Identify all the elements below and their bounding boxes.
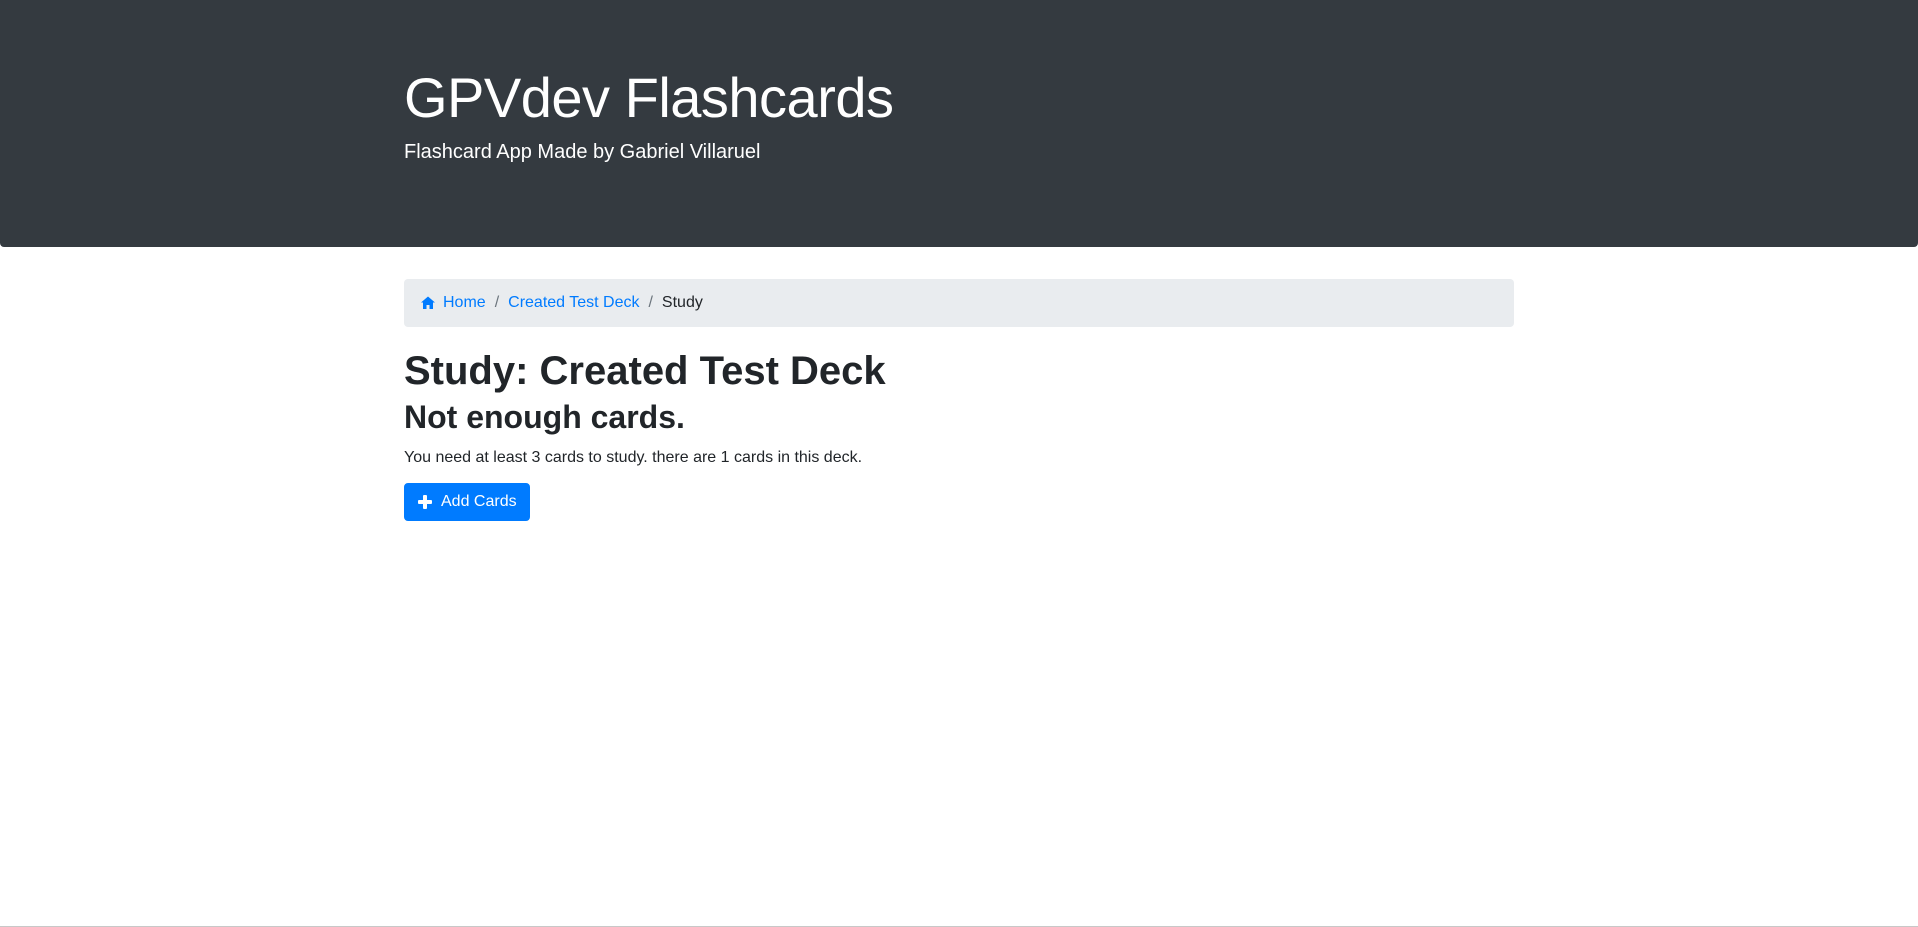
breadcrumb-home-label: Home	[443, 294, 486, 311]
breadcrumb-separator: /	[648, 294, 653, 311]
page-title: Study: Created Test Deck	[404, 349, 886, 393]
main-content: Home / Created Test Deck / Study Study: …	[404, 279, 1514, 521]
home-icon	[420, 295, 436, 311]
card-count-message: You need at least 3 cards to study. ther…	[404, 449, 863, 466]
not-enough-cards-heading: Not enough cards.	[404, 399, 685, 435]
add-cards-button[interactable]: Add Cards	[404, 483, 530, 521]
app-subtitle: Flashcard App Made by Gabriel Villaruel	[404, 141, 761, 163]
plus-icon	[417, 494, 433, 510]
add-cards-label: Add Cards	[441, 493, 517, 510]
header-banner: GPVdev Flashcards Flashcard App Made by …	[0, 0, 1918, 247]
breadcrumb-deck-link[interactable]: Created Test Deck	[508, 294, 639, 312]
app-title: GPVdev Flashcards	[404, 66, 894, 129]
breadcrumb-separator: /	[494, 294, 500, 311]
breadcrumb-current: Study	[661, 294, 703, 311]
breadcrumb-home-link[interactable]: Home	[420, 294, 486, 312]
header-container: GPVdev Flashcards Flashcard App Made by …	[404, 64, 1514, 166]
page: GPVdev Flashcards Flashcard App Made by …	[0, 0, 1918, 927]
breadcrumb: Home / Created Test Deck / Study	[404, 279, 1514, 327]
